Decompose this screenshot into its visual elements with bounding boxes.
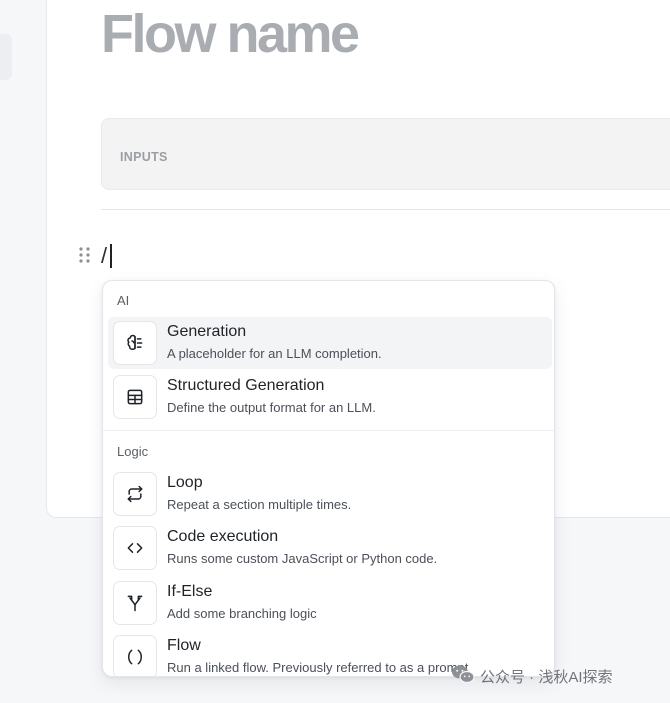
- menu-item-title: Generation: [167, 323, 247, 340]
- left-rail-item[interactable]: [0, 34, 12, 80]
- menu-item-description: Repeat a section multiple times.: [167, 497, 352, 512]
- section-divider: [101, 209, 670, 210]
- menu-item-title: Code execution: [167, 528, 279, 545]
- menu-item-description: Add some branching logic: [167, 606, 317, 621]
- editor-input-text[interactable]: /: [101, 242, 107, 270]
- menu-item-title: Structured Generation: [167, 377, 325, 394]
- menu-item-structured-generation[interactable]: Structured Generation Define the output …: [108, 371, 552, 423]
- inputs-label: INPUTS: [120, 150, 168, 164]
- section-label-logic: Logic: [117, 444, 149, 459]
- slash-command-menu: AI Generation A placeholder for an LLM c…: [102, 280, 555, 677]
- menu-separator: [103, 430, 554, 431]
- split-icon: [113, 581, 157, 625]
- menu-item-if-else[interactable]: If-Else Add some branching logic: [108, 577, 552, 629]
- menu-item-title: Flow: [167, 637, 201, 654]
- menu-item-title: Loop: [167, 474, 203, 491]
- inputs-panel[interactable]: INPUTS: [101, 118, 670, 190]
- menu-item-generation[interactable]: Generation A placeholder for an LLM comp…: [108, 317, 552, 369]
- watermark: 公众号 · 浅秋AI探索: [451, 664, 613, 688]
- menu-item-description: A placeholder for an LLM completion.: [167, 346, 382, 361]
- watermark-text: 公众号 · 浅秋AI探索: [480, 668, 613, 686]
- wechat-icon: [451, 664, 475, 688]
- menu-item-code-execution[interactable]: Code execution Runs some custom JavaScri…: [108, 522, 552, 574]
- parentheses-icon: [113, 635, 157, 676]
- table-icon: [113, 375, 157, 419]
- section-label-ai: AI: [117, 293, 130, 308]
- menu-item-description: Runs some custom JavaScript or Python co…: [167, 551, 438, 566]
- drag-handle-icon[interactable]: [78, 246, 92, 264]
- brain-icon: [113, 321, 157, 365]
- menu-item-description: Define the output format for an LLM.: [167, 400, 376, 415]
- menu-item-title: If-Else: [167, 583, 213, 600]
- menu-item-description: Run a linked flow. Previously referred t…: [167, 660, 469, 675]
- code-icon: [113, 526, 157, 570]
- flow-title[interactable]: Flow name: [101, 4, 360, 64]
- left-rail: [0, 0, 22, 703]
- repeat-icon: [113, 472, 157, 516]
- text-caret: [110, 244, 112, 268]
- menu-item-loop[interactable]: Loop Repeat a section multiple times.: [108, 468, 552, 520]
